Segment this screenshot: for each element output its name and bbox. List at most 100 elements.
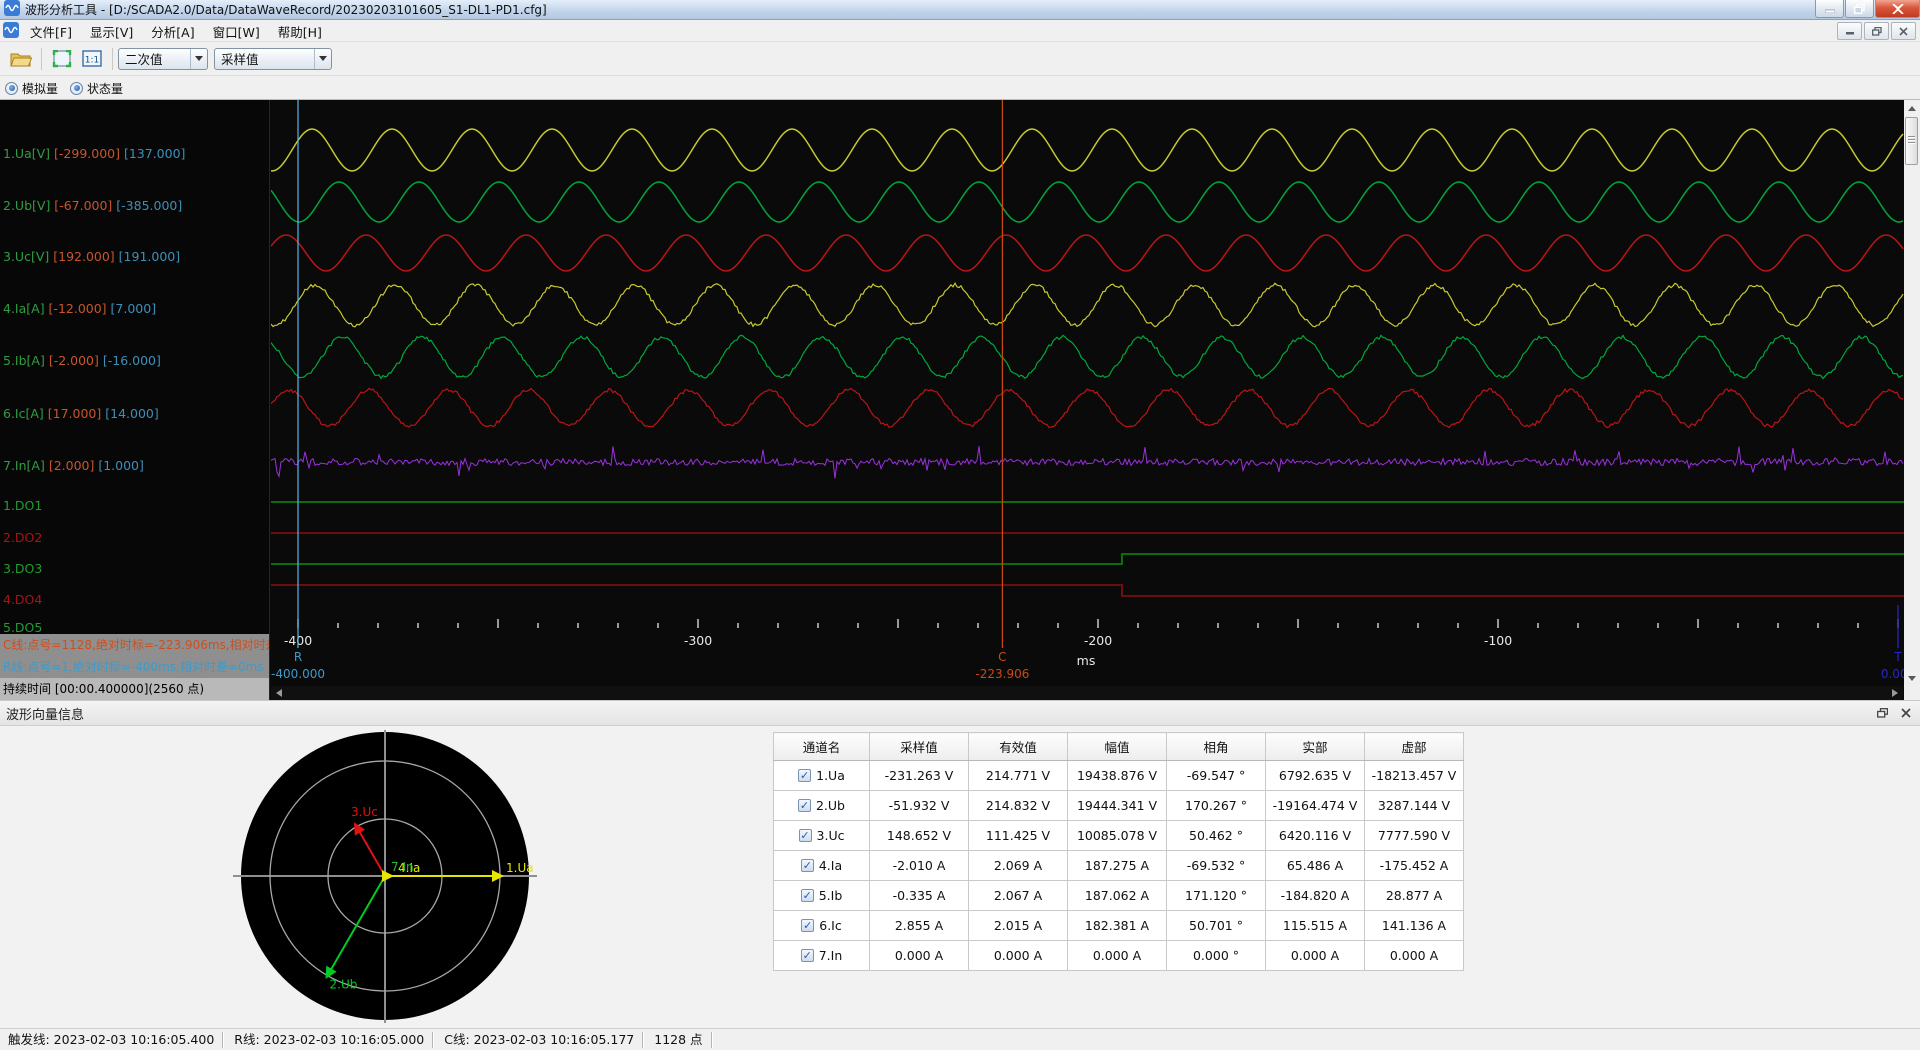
- channel-checkbox[interactable]: ✓: [798, 799, 811, 812]
- scrollbar-thumb[interactable]: [1905, 117, 1918, 165]
- channel-checkbox[interactable]: ✓: [801, 889, 814, 902]
- restore-button[interactable]: [1845, 0, 1874, 18]
- svg-text:T: T: [1893, 650, 1902, 664]
- horizontal-scrollbar[interactable]: [271, 686, 1903, 700]
- panel-float-button[interactable]: [1872, 704, 1892, 722]
- value-cell: 2.855 A: [870, 911, 969, 941]
- channel-label-1.Ua[interactable]: 1.Ua[V] [-299.000] [137.000]: [3, 146, 185, 161]
- svg-text:7.In: 7.In: [391, 860, 414, 874]
- status-item-0: 触发线: 2023-02-03 10:16:05.400: [0, 1032, 223, 1048]
- channel-name: 6.Ic: [819, 918, 842, 933]
- window-title: 波形分析工具 - [D:/SCADA2.0/Data/DataWaveRecor…: [25, 1, 547, 18]
- child-restore-button[interactable]: [1864, 22, 1889, 40]
- table-row[interactable]: ✓1.Ua-231.263 V214.771 V19438.876 V-69.5…: [774, 761, 1464, 791]
- waveform-plot[interactable]: -400-300-200-100msR-400.000C-223.906T0.0…: [271, 100, 1904, 686]
- value-cell: 6792.635 V: [1266, 761, 1365, 791]
- channel-name: 4.Ia: [819, 858, 842, 873]
- panel-close-button[interactable]: [1896, 704, 1916, 722]
- status-bar: 触发线: 2023-02-03 10:16:05.400R线: 2023-02-…: [0, 1028, 1920, 1050]
- one-to-one-button[interactable]: 1:1: [77, 46, 107, 72]
- chevron-down-icon[interactable]: [314, 49, 331, 69]
- channel-sidebar: 1.Ua[V] [-299.000] [137.000] 2.Ub[V] [-67…: [0, 100, 270, 700]
- value-cell: 65.486 A: [1266, 851, 1365, 881]
- trace-4.Ia: [271, 283, 1903, 327]
- scroll-up-icon[interactable]: [1904, 100, 1920, 116]
- cursor-T[interactable]: T0.000: [1881, 605, 1904, 681]
- column-header-2[interactable]: 有效值: [969, 733, 1068, 761]
- channel-label-3.DO3[interactable]: 3.DO3: [3, 561, 42, 576]
- value-cell: -51.932 V: [870, 791, 969, 821]
- table-row[interactable]: ✓7.In0.000 A0.000 A0.000 A0.000 °0.000 A…: [774, 941, 1464, 971]
- column-header-0[interactable]: 通道名: [774, 733, 870, 761]
- table-row[interactable]: ✓2.Ub-51.932 V214.832 V19444.341 V170.26…: [774, 791, 1464, 821]
- value-cell: 187.275 A: [1068, 851, 1167, 881]
- column-header-6[interactable]: 虚部: [1365, 733, 1464, 761]
- table-row[interactable]: ✓3.Uc148.652 V111.425 V10085.078 V50.462…: [774, 821, 1464, 851]
- analog-radio[interactable]: [5, 82, 18, 95]
- channel-cell: ✓ 5.Ib: [774, 881, 870, 911]
- channel-label-2.Ub[interactable]: 2.Ub[V] [-67.000] [-385.000]: [3, 198, 182, 213]
- value-mode-select[interactable]: 二次值: [118, 48, 208, 70]
- channel-checkbox[interactable]: ✓: [798, 769, 811, 782]
- menu-item-3[interactable]: 窗口[W]: [204, 20, 269, 43]
- fit-view-button[interactable]: [47, 46, 77, 72]
- channel-name: 1.Ua: [816, 768, 845, 783]
- column-header-1[interactable]: 采样值: [870, 733, 969, 761]
- child-close-button[interactable]: [1891, 22, 1916, 40]
- channel-label-4.DO4[interactable]: 4.DO4: [3, 592, 42, 607]
- channel-cell: ✓ 6.Ic: [774, 911, 870, 941]
- status-radio[interactable]: [70, 82, 83, 95]
- channel-label-7.In[interactable]: 7.In[A] [2.000] [1.000]: [3, 458, 144, 473]
- channel-label-5.Ib[interactable]: 5.Ib[A] [-2.000] [-16.000]: [3, 353, 161, 368]
- close-button[interactable]: [1875, 0, 1920, 18]
- vertical-scrollbar[interactable]: [1904, 100, 1920, 700]
- column-header-4[interactable]: 相角: [1167, 733, 1266, 761]
- open-file-button[interactable]: [6, 46, 36, 72]
- channel-checkbox[interactable]: ✓: [801, 949, 814, 962]
- table-row[interactable]: ✓6.Ic2.855 A2.015 A182.381 A50.701 °115.…: [774, 911, 1464, 941]
- menu-item-4[interactable]: 帮助[H]: [269, 20, 331, 43]
- vector-panel-body: 1.Ua3.Uc2.Ub4.Ia7.In 通道名采样值有效值幅值相角实部虚部✓1…: [0, 726, 1920, 1028]
- channel-checkbox[interactable]: ✓: [799, 829, 812, 842]
- svg-text:3.Uc: 3.Uc: [351, 805, 378, 819]
- cursor-R[interactable]: R-400.000: [271, 100, 325, 681]
- menu-item-2[interactable]: 分析[A]: [142, 20, 203, 43]
- value-cell: 10085.078 V: [1068, 821, 1167, 851]
- duration-info: 持续时间 [00:00.400000](2560 点): [0, 678, 270, 700]
- child-minimize-button[interactable]: [1837, 22, 1862, 40]
- channel-checkbox[interactable]: ✓: [801, 919, 814, 932]
- value-cell: 111.425 V: [969, 821, 1068, 851]
- channel-label-6.Ic[interactable]: 6.Ic[A] [17.000] [14.000]: [3, 406, 159, 421]
- cursor-info-box: C线:点号=1128,绝对时标=-223.906ms,相对时差= R线:点号=1…: [0, 634, 270, 700]
- trace-7.In: [271, 446, 1903, 478]
- scroll-down-icon[interactable]: [1904, 670, 1920, 686]
- scroll-right-icon[interactable]: [1887, 686, 1903, 700]
- chevron-down-icon[interactable]: [190, 49, 207, 69]
- vector-panel-title: 波形向量信息: [0, 704, 84, 723]
- channel-label-1.DO1[interactable]: 1.DO1: [3, 498, 42, 513]
- channel-name: 5.Ib: [819, 888, 843, 903]
- column-header-3[interactable]: 幅值: [1068, 733, 1167, 761]
- value-cell: 6420.116 V: [1266, 821, 1365, 851]
- menu-item-0[interactable]: 文件[F]: [21, 20, 81, 43]
- value-cell: 141.136 A: [1365, 911, 1464, 941]
- channel-label-2.DO2[interactable]: 2.DO2: [3, 530, 42, 545]
- table-row[interactable]: ✓5.Ib-0.335 A2.067 A187.062 A171.120 °-1…: [774, 881, 1464, 911]
- signal-type-row: 模拟量 状态量: [0, 77, 1920, 100]
- toolbar: 1:1 二次值 采样值: [0, 42, 1920, 76]
- table-row[interactable]: ✓4.Ia-2.010 A2.069 A187.275 A-69.532 °65…: [774, 851, 1464, 881]
- channel-label-5.DO5[interactable]: 5.DO5: [3, 620, 42, 635]
- trace-3.Uc: [271, 235, 1903, 271]
- value-cell: 2.069 A: [969, 851, 1068, 881]
- sample-mode-select[interactable]: 采样值: [214, 48, 332, 70]
- channel-label-3.Uc[interactable]: 3.Uc[V] [192.000] [191.000]: [3, 249, 180, 264]
- vector-table: 通道名采样值有效值幅值相角实部虚部✓1.Ua-231.263 V214.771 …: [773, 732, 1464, 971]
- menu-item-1[interactable]: 显示[V]: [81, 20, 142, 43]
- value-cell: 0.000 A: [870, 941, 969, 971]
- channel-label-4.Ia[interactable]: 4.Ia[A] [-12.000] [7.000]: [3, 301, 156, 316]
- cursor-C[interactable]: C-223.906: [975, 100, 1029, 681]
- scroll-left-icon[interactable]: [271, 686, 287, 700]
- minimize-button[interactable]: [1815, 0, 1844, 18]
- column-header-5[interactable]: 实部: [1266, 733, 1365, 761]
- channel-checkbox[interactable]: ✓: [801, 859, 814, 872]
